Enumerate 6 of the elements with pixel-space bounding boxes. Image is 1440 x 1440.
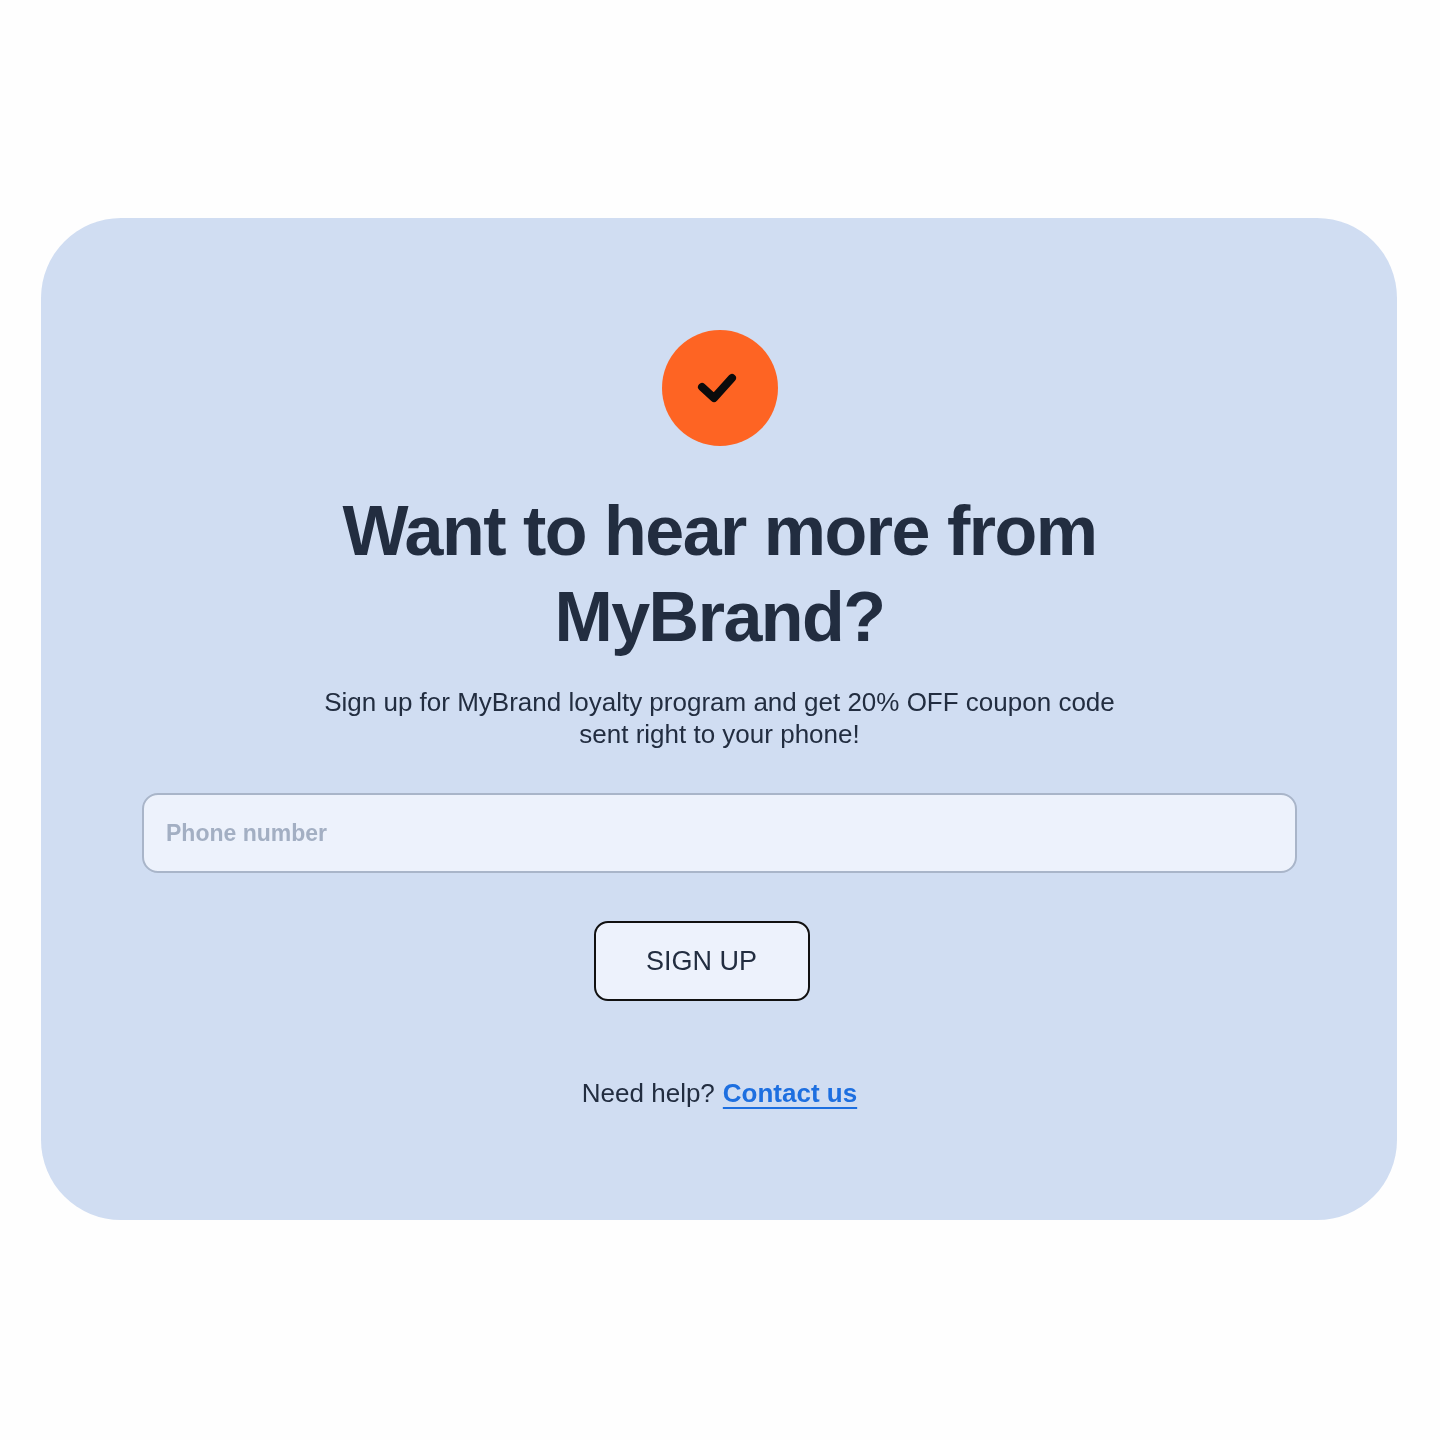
description: Sign up for MyBrand loyalty program and get 20% OFF coupon code sent right to your phone! [323,686,1116,750]
phone-input-field[interactable]: Phone number [142,793,1297,873]
check-icon [661,330,778,446]
heading: Want to hear more from MyBrand? [341,491,1098,658]
help-text: Need help? [581,1077,715,1109]
sign-up-button[interactable]: SIGN UP [593,921,810,1001]
